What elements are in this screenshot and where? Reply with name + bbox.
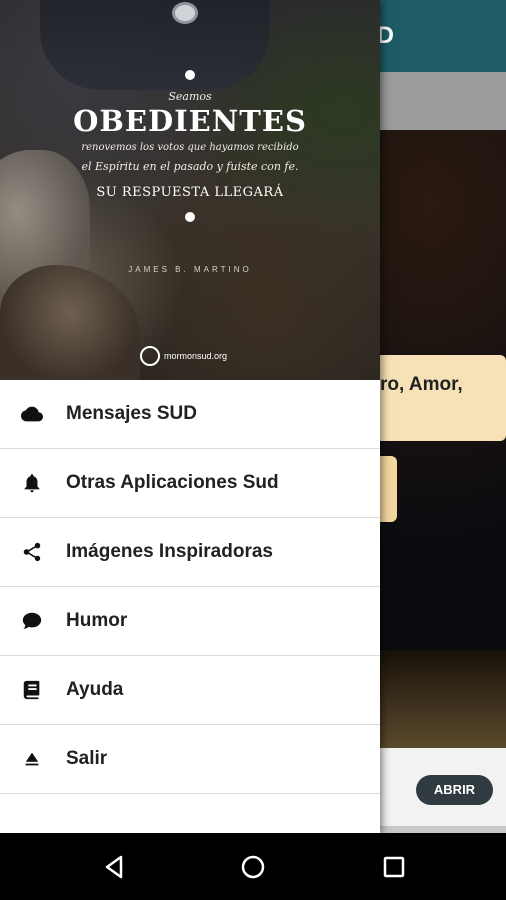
- home-icon[interactable]: [235, 849, 271, 885]
- header-photo-rock-2: [0, 265, 140, 380]
- watch-icon: [172, 2, 198, 24]
- header-answer: SU RESPUESTA LLEGARÁ: [96, 185, 284, 200]
- navigation-drawer: Seamos OBEDIENTES renovemos los votos qu…: [0, 0, 380, 833]
- header-logo: mormonsud.org: [140, 346, 227, 366]
- share-icon: [0, 541, 66, 563]
- message-card-text: ro, Amor,: [380, 374, 463, 395]
- menu-item-label: Humor: [66, 610, 128, 631]
- screen: D ro, Amor, ABRIR Seamos OBEDIENTES reno…: [0, 0, 506, 900]
- menu-item-label: Ayuda: [66, 679, 124, 700]
- menu-item-ayuda[interactable]: Ayuda: [0, 656, 380, 725]
- book-icon: [0, 679, 66, 701]
- chat-bubble-icon: [0, 610, 66, 632]
- header-line-sub2: el Espíritu en el pasado y fuiste con fe…: [81, 160, 299, 173]
- menu-item-label: Mensajes SUD: [66, 403, 197, 424]
- bell-icon: [0, 472, 66, 494]
- logo-icon: [140, 346, 160, 366]
- menu-item-humor[interactable]: Humor: [0, 587, 380, 656]
- background-photo: [380, 650, 506, 748]
- eject-icon: [0, 748, 66, 770]
- recents-icon[interactable]: [376, 849, 412, 885]
- header-title: OBEDIENTES: [73, 104, 307, 138]
- drawer-header-image: Seamos OBEDIENTES renovemos los votos qu…: [0, 0, 380, 380]
- header-author: JAMES B. MARTINO: [128, 265, 252, 274]
- back-icon[interactable]: [96, 849, 132, 885]
- bottom-strip: [380, 826, 506, 833]
- menu-item-label: Otras Aplicaciones Sud: [66, 472, 279, 493]
- system-navigation-bar: [0, 833, 506, 900]
- header-dot-bottom: [185, 212, 195, 222]
- menu-item-label: Salir: [66, 748, 108, 769]
- header-logo-text: mormonsud.org: [164, 351, 228, 361]
- open-button[interactable]: ABRIR: [416, 775, 493, 805]
- menu-item-salir[interactable]: Salir: [0, 725, 380, 794]
- menu-item-imagenes-inspiradoras[interactable]: Imágenes Inspiradoras: [0, 518, 380, 587]
- cloud-icon: [0, 403, 66, 425]
- drawer-menu: Mensajes SUD Otras Aplicaciones Sud Imág…: [0, 380, 380, 794]
- menu-item-label: Imágenes Inspiradoras: [66, 541, 273, 562]
- header-photo-figure: [40, 0, 270, 90]
- header-dot-top: [185, 70, 195, 80]
- header-line-sub1: renovemos los votos que hayamos recibido: [81, 142, 299, 153]
- header-line-top: Seamos: [168, 90, 212, 103]
- menu-item-otras-aplicaciones[interactable]: Otras Aplicaciones Sud: [0, 449, 380, 518]
- menu-item-mensajes-sud[interactable]: Mensajes SUD: [0, 380, 380, 449]
